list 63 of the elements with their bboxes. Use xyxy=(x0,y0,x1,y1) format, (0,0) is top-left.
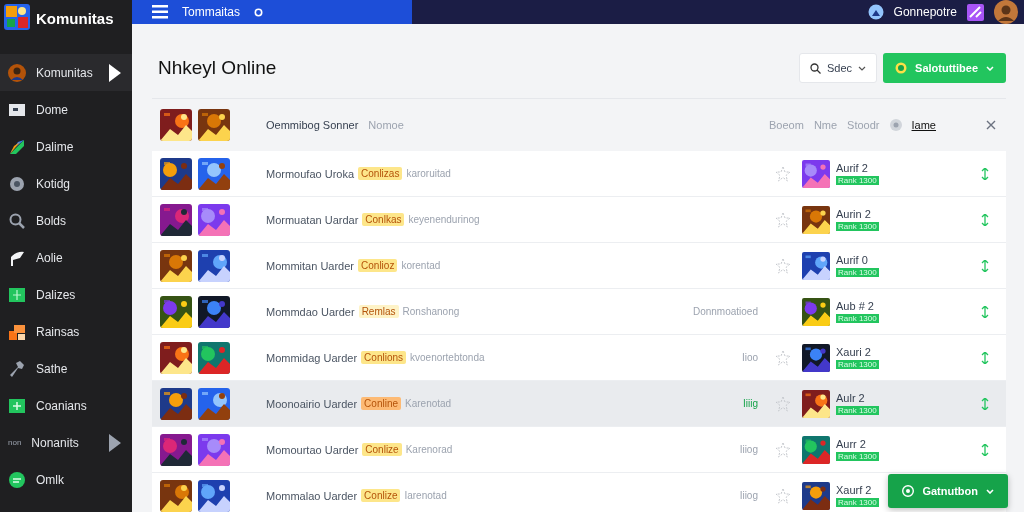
row-note: Donnmoatioed xyxy=(692,306,758,317)
rank-tag: Rank 1300 xyxy=(836,268,879,277)
row-name: Mommdao Uarder xyxy=(266,305,355,318)
game-title: Aurin 2 xyxy=(836,208,872,220)
sidebar-item-label: Bolds xyxy=(36,213,68,228)
sidebar-item-label: Dalizes xyxy=(36,287,77,302)
row-description: keyenendurinog xyxy=(408,214,480,225)
row-name: Mommalao Uarder xyxy=(266,489,358,502)
status-badge: Conlions xyxy=(361,351,406,364)
status-badge: Remlas xyxy=(358,305,399,318)
game-title: Aurif 0 xyxy=(836,254,869,266)
status-badge: Conlize xyxy=(362,443,402,456)
rank-tag: Rank 1300 xyxy=(836,406,879,415)
header-title: Oemmibog Sonner xyxy=(266,119,359,131)
status-badge: Conlizas xyxy=(358,167,403,180)
rank-tag: Rank 1300 xyxy=(836,176,879,185)
game-title: Aub # 2 xyxy=(836,300,875,312)
status-badge: Conlioz xyxy=(358,259,398,272)
top-bar-title: Tommaitas xyxy=(182,5,240,19)
row-note: Iiiig xyxy=(743,398,758,409)
sidebar-item-label: Sathe xyxy=(36,361,69,376)
rank-tag: Rank 1300 xyxy=(836,222,879,231)
sidebar-item-label: Komunitas xyxy=(36,65,94,80)
row-description: Ronshanong xyxy=(402,306,460,317)
sidebar-item-label: Kotidg xyxy=(36,176,72,191)
sidebar-item-label: Aolie xyxy=(36,250,64,265)
row-note: Iioo xyxy=(741,352,758,363)
row-name: Moonoairio Uarder xyxy=(266,397,358,410)
row-description: korentad xyxy=(401,260,441,271)
game-title: Aulr 2 xyxy=(836,392,866,404)
game-title: Aurif 2 xyxy=(836,162,869,174)
sidebar-item-label: Nonanits xyxy=(31,435,80,450)
row-name: Mommidag Uarder xyxy=(266,351,358,364)
row-name: Mormuatan Uardar xyxy=(266,213,359,226)
rank-tag: Rank 1300 xyxy=(836,314,879,323)
game-title: Aurr 2 xyxy=(836,438,867,450)
row-name: Momourtao Uarder xyxy=(266,443,359,456)
sidebar-item-label: Rainsas xyxy=(36,324,81,339)
row-description: Karenotad xyxy=(405,398,452,409)
game-title: Xaurf 2 xyxy=(836,484,873,496)
sidebar-item-label: Dome xyxy=(36,102,69,117)
rank-tag: Rank 1300 xyxy=(836,498,879,507)
row-note: Iiiog xyxy=(739,444,758,455)
sidebar-item-label: Coanians xyxy=(36,398,88,413)
item-prefix: non xyxy=(8,438,22,447)
sidebar-item-label: Dalime xyxy=(36,139,75,154)
row-description: Iarenotad xyxy=(404,490,447,501)
rank-tag: Rank 1300 xyxy=(836,360,879,369)
game-title: Xauri 2 xyxy=(836,346,872,358)
status-badge: Conline xyxy=(361,397,402,410)
row-note: Iiiog xyxy=(739,490,758,501)
row-name: Mommitan Uarder xyxy=(266,259,355,272)
row-description: karoruitad xyxy=(406,168,451,179)
row-description: kvoenortebtonda xyxy=(410,352,485,363)
status-badge: Conlkas xyxy=(362,213,405,226)
sidebar-item-label: Omlk xyxy=(36,472,65,487)
status-badge: Conlize xyxy=(361,489,401,502)
page-title: Nhkeyl Online xyxy=(158,57,277,79)
row-name: Mormoufao Uroka xyxy=(266,167,355,180)
header-subtitle: Nomoe xyxy=(368,119,404,131)
brand-name: Komunitas xyxy=(36,9,114,27)
rank-tag: Rank 1300 xyxy=(836,452,879,461)
row-description: Karenorad xyxy=(405,444,453,455)
